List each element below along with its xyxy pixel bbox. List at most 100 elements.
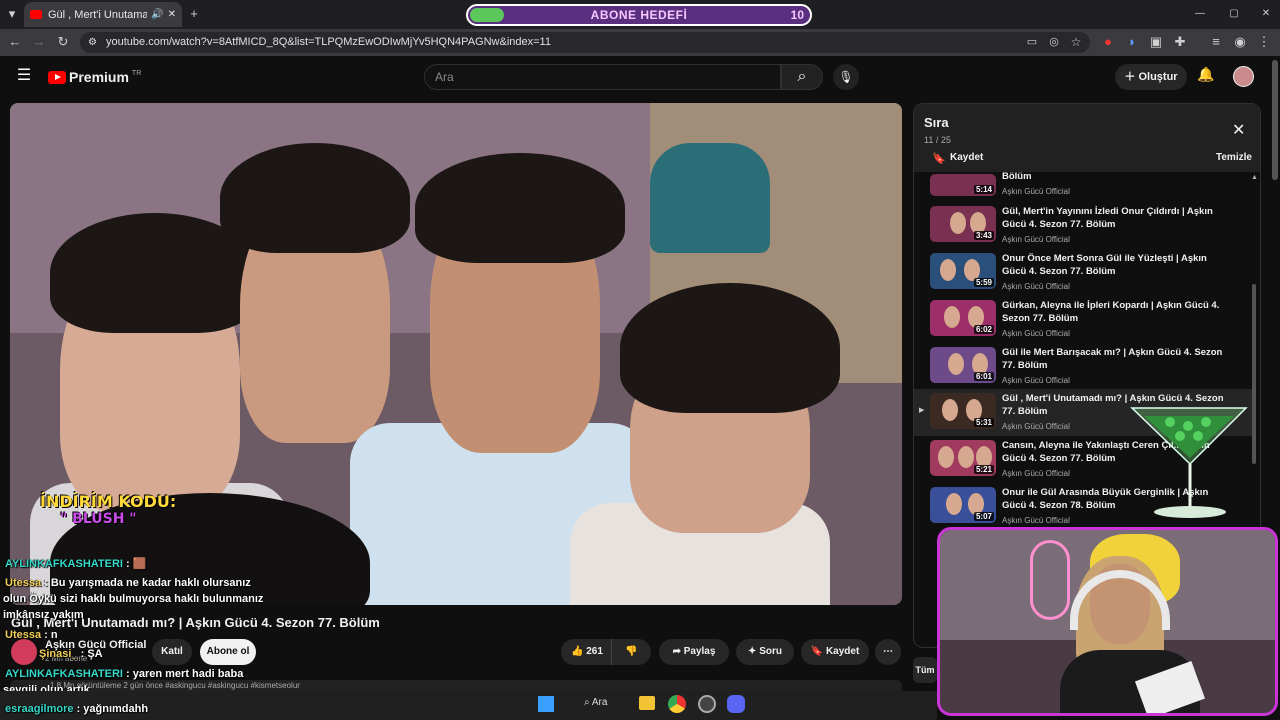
- sparkle-icon: ✦: [748, 646, 760, 657]
- subscribe-button[interactable]: Abone ol: [200, 639, 256, 665]
- forward-icon[interactable]: →: [29, 32, 49, 52]
- queue-duration: 3:43: [973, 231, 994, 240]
- sound-icon[interactable]: 🔊: [151, 9, 163, 20]
- now-playing-icon: ▶: [919, 407, 925, 414]
- browser-tab[interactable]: Gül , Mert'i Unutamadı mı? 🔊 ✕: [24, 2, 182, 27]
- queue-item[interactable]: 6:02 Gürkan, Aleyna ile İpleri Kopardı |…: [914, 296, 1254, 343]
- queue-item-channel: Aşkın Gücü Official: [1002, 376, 1070, 385]
- chat-text: olun Öykü sizi haklı bulmuyorsa haklı bu…: [3, 593, 264, 605]
- queue-clear-button[interactable]: Temizle: [1216, 152, 1252, 163]
- plus-icon: ＋: [1124, 71, 1139, 83]
- chat-message: olun Öykü sizi haklı bulmuyorsa haklı bu…: [3, 593, 263, 605]
- like-button[interactable]: 👍 261: [571, 646, 603, 657]
- chat-message: imkânsız yakım: [3, 609, 84, 621]
- eye-off-icon[interactable]: ◎: [1044, 32, 1064, 52]
- extension-box-icon[interactable]: ▣: [1146, 32, 1166, 52]
- save-button[interactable]: 🔖 Kaydet: [801, 639, 869, 665]
- search-icon: ⌕: [797, 68, 807, 85]
- hamburger-menu-icon[interactable]: ☰: [14, 66, 34, 86]
- queue-item-title: Onur Önce Mert Sonra Gül ile Yüzleşti | …: [1002, 253, 1207, 277]
- queue-thumbnail: 5:59: [930, 253, 996, 289]
- chat-user: AYLINKAFKASHATERI: [5, 558, 123, 570]
- queue-item[interactable]: 6:01 Gül ile Mert Barışacak mı? | Aşkın …: [914, 343, 1254, 390]
- create-label: Oluştur: [1138, 71, 1178, 83]
- youtube-logo[interactable]: Premium TR: [48, 69, 141, 85]
- more-actions-button[interactable]: ⋯: [875, 639, 901, 665]
- site-info-icon[interactable]: ⚙: [88, 32, 97, 53]
- like-dislike-group: 👍 261 👎: [561, 639, 651, 665]
- chrome-icon[interactable]: [668, 695, 686, 713]
- thumbnail-face: [948, 353, 964, 375]
- thumbnail-face: [950, 212, 966, 234]
- search-button[interactable]: ⌕: [781, 64, 823, 90]
- chat-user: Utessa: [5, 577, 42, 589]
- chat-text: : yaren mert hadi baba: [126, 668, 244, 680]
- dislike-icon[interactable]: 👎: [625, 639, 637, 665]
- queue-scrollbar[interactable]: [1252, 284, 1256, 464]
- extension-red-icon[interactable]: ●: [1098, 32, 1118, 52]
- obs-icon[interactable]: [698, 695, 716, 713]
- window-minimize-button[interactable]: —: [1190, 4, 1210, 24]
- window-close-button[interactable]: ✕: [1256, 4, 1276, 24]
- chat-message: Utessa : n: [5, 629, 58, 641]
- cocktail-glass-overlay: [1130, 407, 1248, 518]
- tab-list-icon[interactable]: ▾: [2, 4, 22, 24]
- ask-button[interactable]: ✦ Soru: [736, 639, 794, 665]
- file-explorer-icon[interactable]: [639, 696, 655, 710]
- chat-text: : yağnımdahh: [76, 703, 149, 715]
- bookmark-star-icon[interactable]: ☆: [1066, 32, 1086, 52]
- queue-item-channel: Aşkın Gücü Official: [1002, 516, 1070, 525]
- new-tab-button[interactable]: +: [184, 4, 204, 24]
- taskbar-search[interactable]: ⌕ Ara: [584, 697, 607, 708]
- queue-thumbnail: 5:21: [930, 440, 996, 476]
- page-scrollbar[interactable]: [1272, 60, 1278, 180]
- url-field[interactable]: ⚙ youtube.com/watch?v=8AtfMICD_8Q&list=T…: [80, 32, 1090, 53]
- queue-duration: 6:02: [973, 325, 994, 334]
- extension-audio-icon[interactable]: ◗: [1122, 32, 1142, 52]
- notifications-bell-icon[interactable]: 🔔: [1196, 66, 1216, 86]
- queue-close-icon[interactable]: ✕: [1232, 120, 1245, 140]
- queue-item[interactable]: 3:43 Gül, Mert'in Yayınını İzledi Onur Ç…: [914, 202, 1254, 249]
- goal-label: ABONE HEDEFİ: [590, 8, 688, 22]
- queue-duration: 6:01: [973, 372, 994, 381]
- queue-save-button[interactable]: Kaydet: [950, 152, 983, 163]
- share-button[interactable]: ➦ Paylaş: [659, 639, 729, 665]
- chat-text: : 🟫: [126, 558, 147, 570]
- queue-scroll-up-icon[interactable]: ▲: [1251, 174, 1258, 181]
- windows-start-icon[interactable]: [538, 696, 554, 712]
- reading-list-icon[interactable]: ≡: [1206, 32, 1226, 52]
- create-button[interactable]: ＋ Oluştur: [1115, 64, 1187, 90]
- back-icon[interactable]: ←: [5, 32, 25, 52]
- channel-avatar[interactable]: [11, 639, 37, 665]
- window-maximize-button[interactable]: ▢: [1224, 4, 1244, 24]
- search-input[interactable]: Ara: [424, 64, 781, 90]
- chat-message: AYLINKAFKASHATERI : 🟫: [5, 557, 146, 570]
- ask-label: Soru: [759, 646, 782, 657]
- profile-icon[interactable]: ◉: [1230, 32, 1250, 52]
- logo-word: Premium: [69, 69, 129, 85]
- reload-icon[interactable]: ↻: [53, 32, 73, 52]
- voice-search-button[interactable]: 🎙: [833, 64, 859, 90]
- filter-chip-all[interactable]: Tüm: [913, 657, 937, 683]
- thumbs-up-icon: 👍: [571, 646, 587, 657]
- queue-duration: 5:59: [973, 278, 994, 287]
- save-label: Kaydet: [825, 646, 860, 657]
- discord-icon[interactable]: [727, 695, 745, 713]
- video-background-vase: [650, 143, 770, 253]
- thumbnail-face: [958, 446, 974, 468]
- video-player[interactable]: [10, 103, 902, 605]
- tab-close-icon[interactable]: ✕: [168, 9, 176, 20]
- join-button[interactable]: Katıl: [152, 639, 192, 665]
- queue-item[interactable]: 5:59 Onur Önce Mert Sonra Gül ile Yüzleş…: [914, 249, 1254, 296]
- chat-message: esraagilmore : yağnımdahh: [5, 703, 148, 715]
- queue-item-title: Gül ile Mert Barışacak mı? | Aşkın Gücü …: [1002, 347, 1223, 371]
- search-icon: ⌕: [584, 697, 592, 708]
- goal-count: 10: [790, 8, 804, 22]
- chat-user: Utessa: [5, 629, 42, 641]
- extensions-puzzle-icon[interactable]: ✚: [1170, 32, 1190, 52]
- user-avatar[interactable]: [1233, 66, 1254, 87]
- cast-icon[interactable]: ▭: [1022, 32, 1042, 52]
- thumbnail-face: [940, 259, 956, 281]
- browser-menu-icon[interactable]: ⋮: [1254, 32, 1274, 52]
- queue-duration: 5:31: [973, 418, 994, 427]
